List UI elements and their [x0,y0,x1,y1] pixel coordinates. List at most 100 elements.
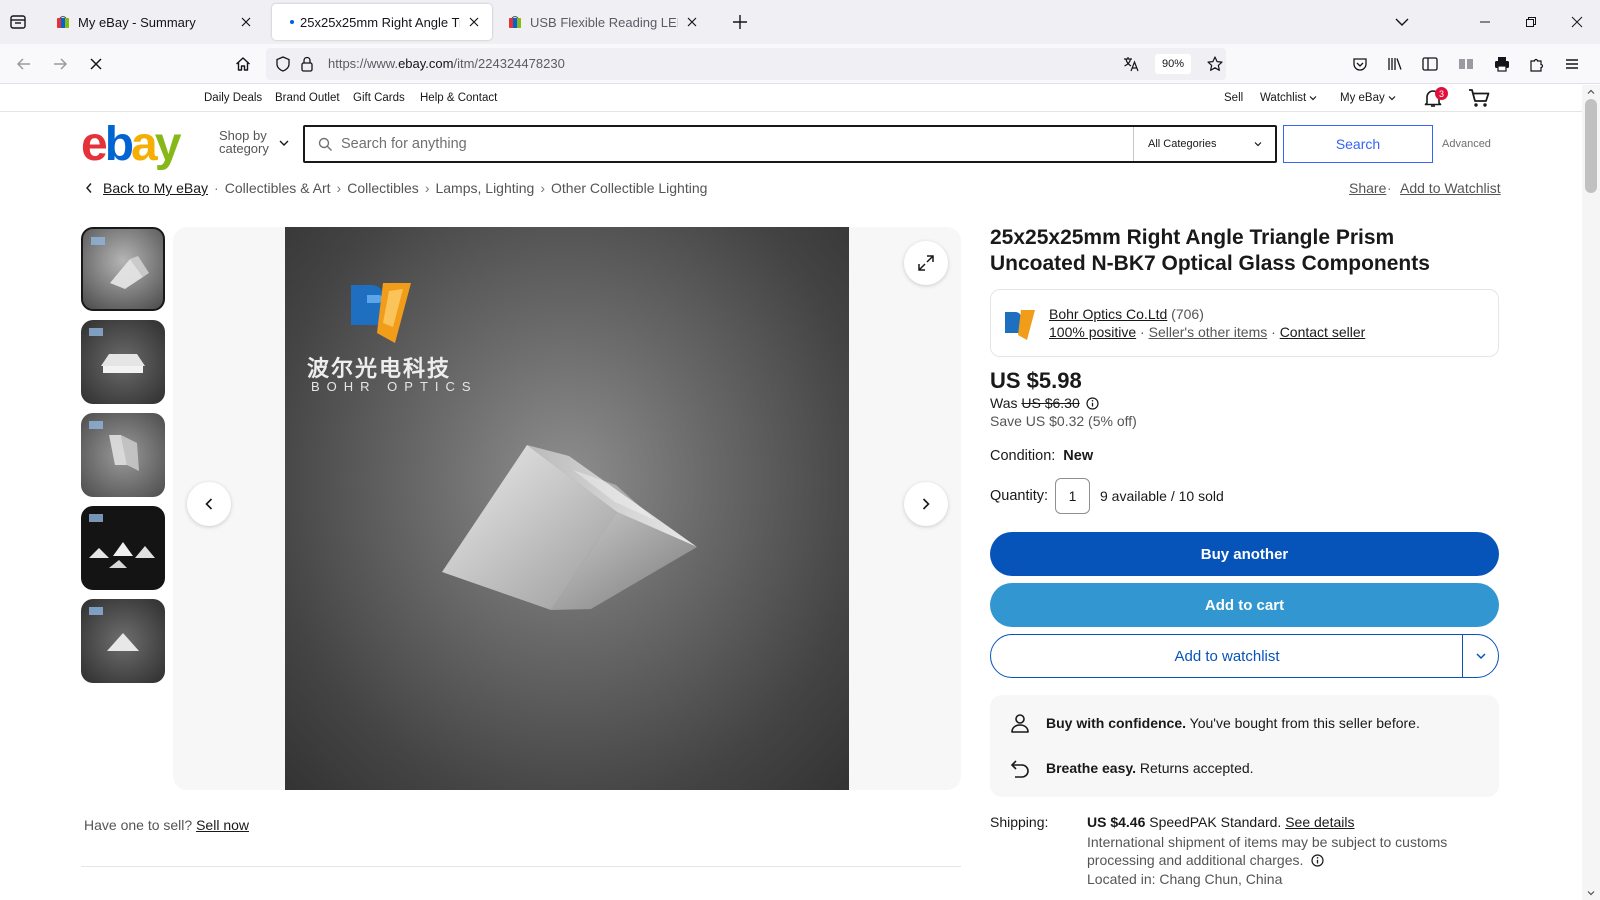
add-to-watchlist-link[interactable]: Add to Watchlist [1400,180,1501,196]
tab-list-icon[interactable] [8,12,30,32]
minimize-icon[interactable] [1462,0,1508,44]
ebay-logo[interactable]: ebay [81,121,181,169]
chevron-down-icon [1388,96,1396,101]
watchlist-dropdown-button[interactable] [1462,635,1498,677]
gallery-thumbnail[interactable] [81,599,165,683]
search-button[interactable]: Search [1283,125,1433,163]
bookmark-star-icon[interactable] [1206,55,1224,73]
lock-icon[interactable] [298,55,316,73]
gallery-thumbnail[interactable] [81,413,165,497]
scrollbar-thumb[interactable] [1585,99,1597,193]
seller-logo-icon[interactable] [1003,306,1039,342]
brand-outlet-link[interactable]: Brand Outlet [275,92,340,104]
divider [81,866,961,867]
price: US $5.98 [990,368,1082,393]
cart-icon[interactable] [1467,87,1491,109]
condition-row: Condition: New [990,448,1093,464]
print-icon[interactable] [1490,52,1514,76]
close-tab-icon[interactable] [238,14,254,30]
search-input[interactable]: Search for anything All Categories [303,125,1277,163]
forward-icon[interactable] [48,52,72,76]
zoom-level[interactable]: 90% [1155,54,1191,74]
sell-now-link[interactable]: Sell now [196,817,249,833]
translate-icon[interactable] [1122,55,1140,73]
confidence-panel: Buy with confidence. You've bought from … [990,695,1499,797]
watchlist-menu[interactable]: Watchlist [1260,92,1317,104]
reader-view-icon[interactable] [1454,52,1478,76]
url-text[interactable]: https://www.ebay.com/itm/224324478230 [328,56,565,71]
breadcrumb-item[interactable]: Collectibles [347,180,419,196]
daily-deals-link[interactable]: Daily Deals [204,92,262,104]
home-icon[interactable] [231,52,255,76]
category-select[interactable]: All Categories [1133,127,1275,161]
tab-prism-listing[interactable]: 25x25x25mm Right Angle Triang [272,4,492,40]
see-details-link[interactable]: See details [1285,814,1354,830]
pocket-icon[interactable] [1348,52,1372,76]
browser-nav-bar: https://www.ebay.com/itm/224324478230 90… [0,44,1600,84]
add-to-watchlist-button[interactable]: Add to watchlist [990,634,1499,678]
help-contact-link[interactable]: Help & Contact [420,92,497,104]
was-price-row: Was US $6.30 [990,395,1099,411]
expand-image-button[interactable] [904,241,948,285]
breadcrumb-item[interactable]: Lamps, Lighting [435,180,534,196]
app-menu-icon[interactable] [1560,52,1584,76]
breadcrumb-item[interactable]: Other Collectible Lighting [551,180,707,196]
page-scrollbar[interactable] [1582,85,1600,900]
back-to-my-ebay-link[interactable]: Back to My eBay [103,180,208,196]
previous-image-button[interactable] [187,482,231,526]
my-ebay-menu[interactable]: My eBay [1340,92,1396,104]
extensions-icon[interactable] [1525,52,1549,76]
sidebar-icon[interactable] [1418,52,1442,76]
sell-link[interactable]: Sell [1224,92,1243,104]
close-tab-icon[interactable] [684,14,700,30]
return-arrow-icon [1010,760,1029,778]
search-placeholder: Search for anything [341,136,467,152]
buy-another-button[interactable]: Buy another [990,532,1499,576]
ebay-favicon-icon [57,16,69,28]
back-icon[interactable] [12,52,36,76]
notification-count-badge: 3 [1435,87,1448,100]
seller-other-items-link[interactable]: Seller's other items [1149,324,1268,340]
close-window-icon[interactable] [1554,0,1600,44]
seller-name-link[interactable]: Bohr Optics Co.Ltd [1049,306,1167,322]
category-select-value: All Categories [1148,138,1217,150]
seller-positive-link[interactable]: 100% positive [1049,324,1136,340]
gallery-thumbnail[interactable] [81,320,165,404]
contact-seller-link[interactable]: Contact seller [1280,324,1366,340]
breadcrumb-item[interactable]: Collectibles & Art [225,180,331,196]
shop-by-category-button[interactable]: Shop by category [219,129,289,155]
list-all-tabs-icon[interactable] [1392,12,1412,32]
notification-bell-icon[interactable]: 3 [1422,87,1448,109]
image-gallery: 波尔光电科技 BOHR OPTICS [173,227,961,790]
scroll-up-arrow-icon[interactable] [1586,87,1596,97]
add-to-cart-button[interactable]: Add to cart [990,583,1499,627]
chevron-down-icon [1475,653,1486,660]
gallery-thumbnail[interactable] [81,506,165,590]
share-link[interactable]: Share [1349,180,1386,196]
tab-my-ebay[interactable]: My eBay - Summary [46,4,264,40]
shield-icon[interactable] [274,55,292,73]
main-product-image[interactable]: 波尔光电科技 BOHR OPTICS [285,227,849,790]
url-bar[interactable]: https://www.ebay.com/itm/224324478230 90… [266,48,1226,80]
seller-card: Bohr Optics Co.Ltd (706) 100% positive ·… [990,289,1499,357]
gallery-thumbnail[interactable] [81,227,165,311]
info-icon[interactable] [1086,397,1099,410]
chevron-down-icon [1254,142,1262,147]
tab-usb-light[interactable]: USB Flexible Reading LED Light [498,4,710,40]
add-to-watchlist-label: Add to watchlist [1174,648,1280,665]
info-icon[interactable] [1311,854,1324,867]
browser-tab-bar: My eBay - Summary 25x25x25mm Right Angle… [0,0,1600,44]
gift-cards-link[interactable]: Gift Cards [353,92,405,104]
next-image-button[interactable] [904,482,948,526]
chevron-left-icon [205,498,213,510]
scroll-down-arrow-icon[interactable] [1586,888,1596,898]
quantity-input[interactable]: 1 [1055,478,1090,514]
restore-icon[interactable] [1508,0,1554,44]
library-icon[interactable] [1383,52,1407,76]
expand-icon [918,255,934,271]
new-tab-icon[interactable] [730,12,750,32]
close-tab-icon[interactable] [466,14,482,30]
advanced-search-link[interactable]: Advanced [1442,138,1491,150]
sell-prompt: Have one to sell? Sell now [84,817,249,833]
stop-loading-icon[interactable] [84,52,108,76]
